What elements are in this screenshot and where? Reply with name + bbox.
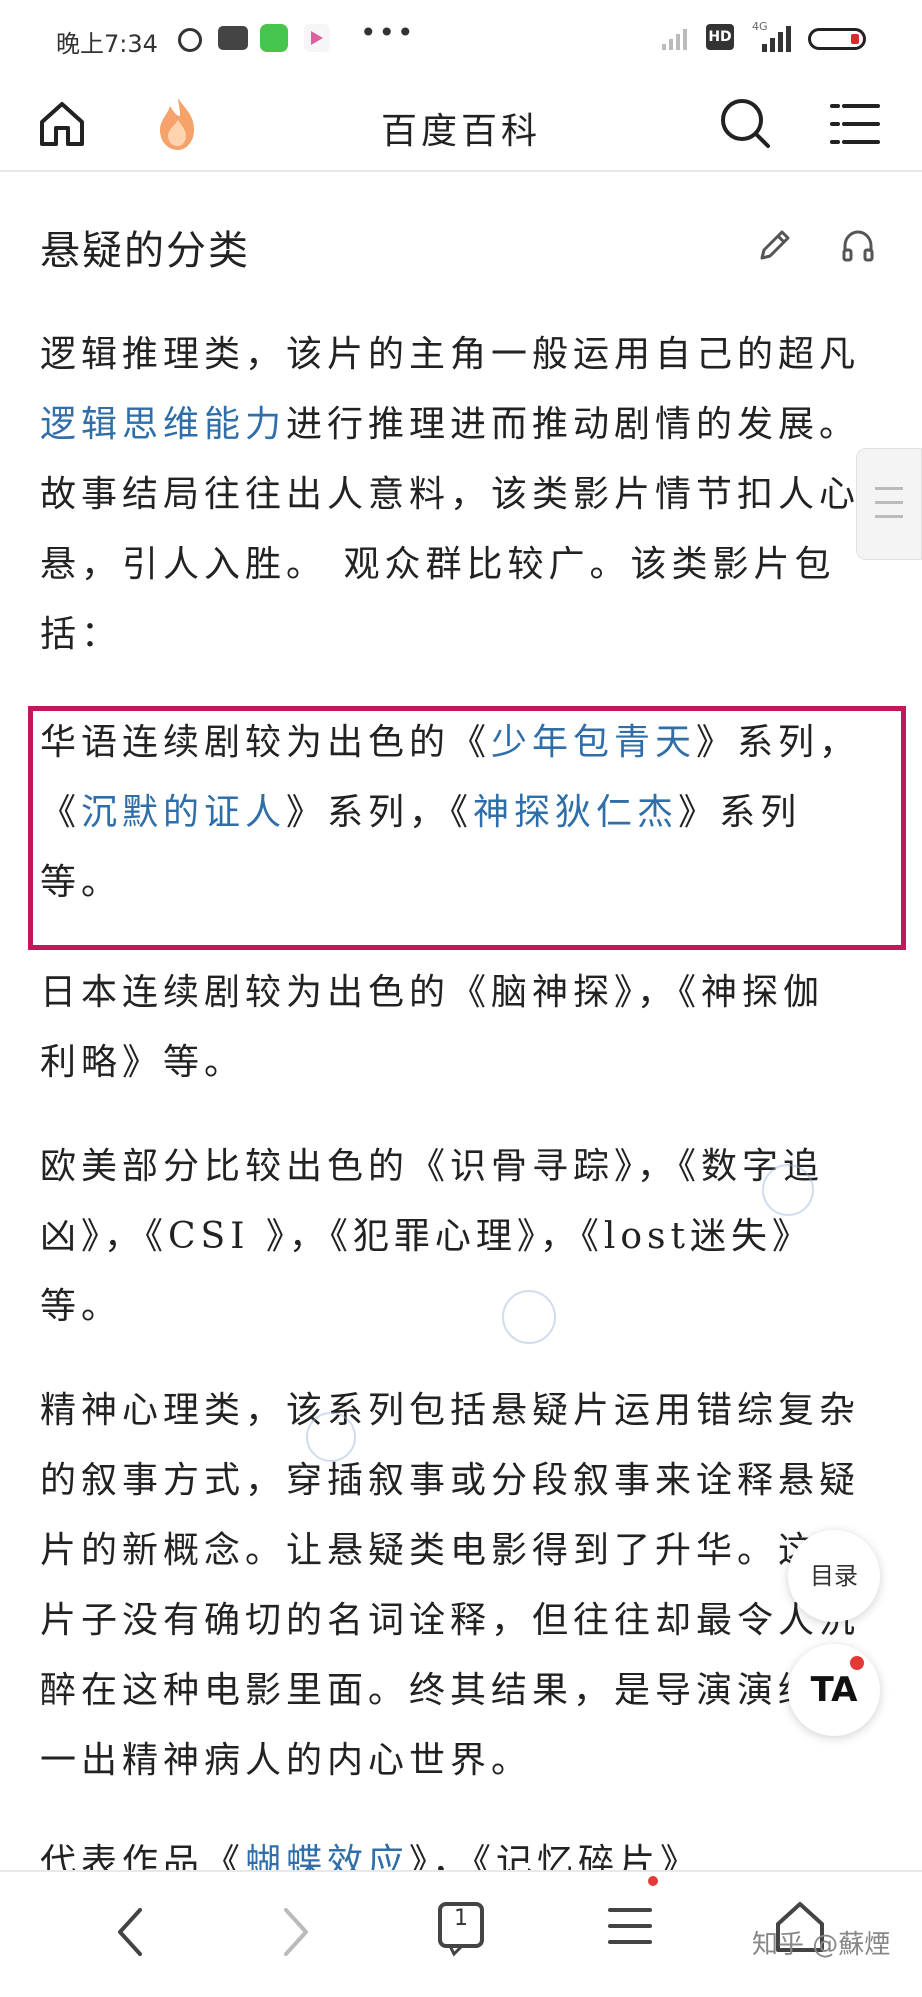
watermark: 知乎 @蘇煙 xyxy=(752,1930,891,1960)
paragraph-western-series: 欧美部分比较出色的《识骨寻踪》，《数字追凶》，《CSI 》，《犯罪心理》，《lo… xyxy=(40,1146,825,1327)
touch-ripple xyxy=(762,1164,814,1216)
touch-ripple xyxy=(502,1290,556,1344)
link-butterfly-effect[interactable]: 蝴蝶效应 xyxy=(245,1842,409,1870)
paragraph-japanese-series: 日本连续剧较为出色的《脑神探》，《神探伽利略》等。 xyxy=(40,972,825,1083)
table-of-contents-button[interactable]: 目录 xyxy=(788,1530,880,1622)
status-time: 晚上7:34 xyxy=(56,30,158,58)
paragraph-logic: 逻辑推理类，该片的主角一般运用自己的超凡逻辑思维能力进行推理进而推动剧情的发展。… xyxy=(40,334,861,655)
headphones-icon[interactable] xyxy=(840,228,876,268)
menu-icon[interactable] xyxy=(828,96,884,156)
message-icon xyxy=(218,26,248,50)
signal-4g-icon: 4G xyxy=(748,20,796,58)
tabs-icon[interactable]: 1 xyxy=(434,1896,490,1964)
side-scroll-handle[interactable] xyxy=(856,448,922,560)
ta-button[interactable]: TA xyxy=(788,1644,880,1736)
link-shaonian-baoqingtian[interactable]: 少年包青天 xyxy=(491,722,696,763)
alarm-icon xyxy=(178,28,202,52)
link-logic-thinking[interactable]: 逻辑思维能力 xyxy=(40,404,286,445)
paragraph-psychological: 精神心理类，该系列包括悬疑片运用错综复杂的叙事方式，穿插叙事或分段叙事来诠释悬疑… xyxy=(40,1390,861,1781)
back-arrow-icon[interactable] xyxy=(110,1902,150,1966)
hd-icon: HD xyxy=(706,24,734,50)
menu-badge-dot xyxy=(648,1876,658,1886)
touch-ripple xyxy=(306,1412,356,1462)
search-icon[interactable] xyxy=(718,96,774,156)
app-header: 百度百科 xyxy=(0,84,922,172)
paragraph-representative-works: 代表作品《蝴蝶效应》，《记忆碎片》 xyxy=(40,1828,862,1870)
play-store-icon xyxy=(304,24,330,52)
edit-pencil-icon[interactable] xyxy=(756,228,792,268)
page-title: 百度百科 xyxy=(380,111,541,152)
ta-label: TA xyxy=(810,1670,858,1710)
app-notification-icon xyxy=(260,24,288,52)
network-type: 4G xyxy=(752,20,768,33)
section-title: 悬疑的分类 xyxy=(40,228,250,274)
battery-icon xyxy=(808,28,866,50)
tab-count: 1 xyxy=(454,1906,468,1931)
notification-dot xyxy=(850,1656,864,1670)
menu-list-icon[interactable] xyxy=(604,1900,656,1956)
link-chenmo-de-zhengren[interactable]: 沉默的证人 xyxy=(81,792,286,833)
signal-off-icon xyxy=(660,24,696,56)
status-bar: 晚上7:34 ••• HD 4G xyxy=(0,0,922,84)
more-notifications-icon: ••• xyxy=(360,16,416,49)
link-shentan-direnjie[interactable]: 神探狄仁杰 xyxy=(473,792,678,833)
paragraph-chinese-series: 华语连续剧较为出色的《少年包青天》系列，《沉默的证人》系列，《神探狄仁杰》系列等… xyxy=(40,722,861,903)
forward-arrow-icon[interactable] xyxy=(276,1902,316,1966)
